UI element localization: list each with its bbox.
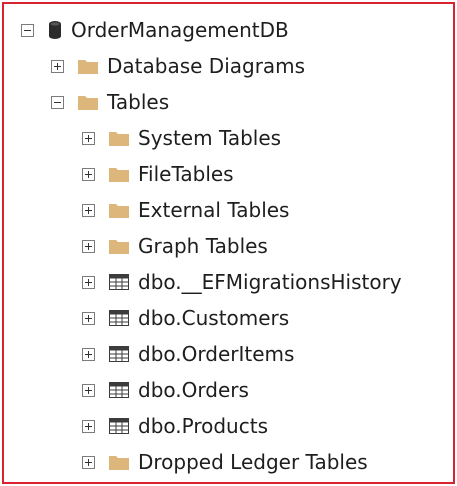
tree-node-filetables[interactable]: FileTables <box>82 159 234 189</box>
tree-node-label: Dropped Ledger Tables <box>138 450 368 474</box>
tree-node-table-customers[interactable]: dbo.Customers <box>82 303 289 333</box>
tree-node-label: dbo.Orders <box>138 378 249 402</box>
table-icon <box>109 346 129 362</box>
collapse-icon[interactable] <box>51 95 64 109</box>
tree-node-label: FileTables <box>138 162 234 186</box>
tree-node-database-diagrams[interactable]: Database Diagrams <box>51 51 305 81</box>
folder-icon <box>109 456 129 470</box>
tree-node-dropped-ledger-tables[interactable]: Dropped Ledger Tables <box>82 447 368 477</box>
collapse-icon[interactable] <box>21 23 34 37</box>
table-icon <box>109 274 129 290</box>
folder-icon <box>109 204 129 218</box>
expand-icon[interactable] <box>82 203 95 217</box>
expand-icon[interactable] <box>82 419 95 433</box>
expand-icon[interactable] <box>82 347 95 361</box>
expand-icon[interactable] <box>82 131 95 145</box>
expand-icon[interactable] <box>82 239 95 253</box>
table-icon <box>109 382 129 398</box>
tree-node-tables[interactable]: Tables <box>51 87 169 117</box>
tree-node-label: External Tables <box>138 198 290 222</box>
tree-node-label: OrderManagementDB <box>71 18 289 42</box>
table-icon <box>109 310 129 326</box>
table-icon <box>109 418 129 434</box>
folder-icon <box>78 60 98 74</box>
folder-icon <box>78 96 98 110</box>
tree-node-label: dbo.__EFMigrationsHistory <box>138 270 402 294</box>
tree-node-label: Database Diagrams <box>107 54 306 78</box>
tree-node-database[interactable]: OrderManagementDB <box>21 15 289 45</box>
tree-node-label: System Tables <box>138 126 282 150</box>
tree-node-system-tables[interactable]: System Tables <box>82 123 281 153</box>
expand-icon[interactable] <box>82 275 95 289</box>
tree-node-external-tables[interactable]: External Tables <box>82 195 289 225</box>
tree-node-label: dbo.OrderItems <box>138 342 295 366</box>
expand-icon[interactable] <box>82 167 95 181</box>
tree-node-table-orderitems[interactable]: dbo.OrderItems <box>82 339 294 369</box>
expand-icon[interactable] <box>82 383 95 397</box>
tree-node-table-efmigrationshistory[interactable]: dbo.__EFMigrationsHistory <box>82 267 402 297</box>
expand-icon[interactable] <box>82 455 95 469</box>
folder-icon <box>109 168 129 182</box>
tree-node-label: dbo.Products <box>138 414 268 438</box>
tree-node-label: dbo.Customers <box>138 306 290 330</box>
expand-icon[interactable] <box>82 311 95 325</box>
tree-node-graph-tables[interactable]: Graph Tables <box>82 231 268 261</box>
tree-node-table-orders[interactable]: dbo.Orders <box>82 375 249 405</box>
object-explorer-panel: OrderManagementDB Database Diagrams Tabl… <box>2 2 455 484</box>
folder-icon <box>109 240 129 254</box>
tree-node-label: Tables <box>107 90 170 114</box>
object-explorer-tree: OrderManagementDB Database Diagrams Tabl… <box>4 4 453 482</box>
expand-icon[interactable] <box>51 59 64 73</box>
folder-icon <box>109 132 129 146</box>
database-icon <box>49 21 61 39</box>
tree-node-label: Graph Tables <box>138 234 268 258</box>
tree-node-table-products[interactable]: dbo.Products <box>82 411 268 441</box>
